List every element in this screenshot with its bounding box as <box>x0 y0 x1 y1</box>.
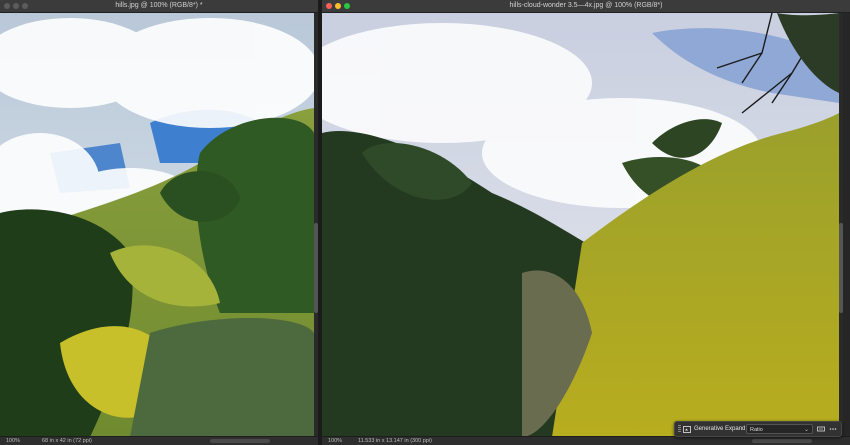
generative-expand-button[interactable]: Generative Expand <box>683 424 745 434</box>
scroll-thumb[interactable] <box>314 223 318 313</box>
contextual-task-bar[interactable]: Generative Expand Ratio ⌄ <box>674 421 842 437</box>
horizontal-scrollbar[interactable] <box>210 439 270 443</box>
horizontal-scrollbar[interactable] <box>752 439 812 443</box>
document-info[interactable]: 11.533 in x 13.147 in (300 ppi) <box>358 437 432 445</box>
chevron-down-icon: ⌄ <box>803 427 809 433</box>
document-window-hills[interactable]: hills.jpg @ 100% (RGB/8*) * 100% 68 in x… <box>0 0 318 445</box>
drag-handle[interactable] <box>678 425 681 433</box>
window-title-bar[interactable]: hills-cloud-wonder 3.5—4x.jpg @ 100% (RG… <box>322 0 850 13</box>
scroll-thumb[interactable] <box>839 223 843 313</box>
swap-orientation-icon[interactable] <box>817 425 825 433</box>
ratio-select[interactable]: Ratio ⌄ <box>746 424 813 434</box>
zoom-level[interactable]: 100% <box>328 437 342 445</box>
vertical-scrollbar[interactable] <box>314 13 318 437</box>
document-info[interactable]: 68 in x 42 in (72 ppi) <box>42 437 92 445</box>
window-title-bar[interactable]: hills.jpg @ 100% (RGB/8*) * <box>0 0 318 13</box>
status-bar: 100% 11.533 in x 13.147 in (300 ppi) <box>322 436 850 445</box>
window-title: hills.jpg @ 100% (RGB/8*) * <box>115 2 203 9</box>
window-title: hills-cloud-wonder 3.5—4x.jpg @ 100% (RG… <box>509 2 663 9</box>
image-canvas-hills-cloud-wonder[interactable] <box>322 13 839 437</box>
generative-expand-icon <box>683 425 691 433</box>
zoom-level[interactable]: 100% <box>6 437 20 445</box>
shrubs <box>130 318 314 437</box>
more-options-icon[interactable] <box>829 425 837 433</box>
image-canvas-hills[interactable] <box>0 13 314 437</box>
ratio-value: Ratio <box>750 427 763 433</box>
vertical-scrollbar[interactable] <box>839 13 843 437</box>
document-window-hills-cloud-wonder[interactable]: hills-cloud-wonder 3.5—4x.jpg @ 100% (RG… <box>322 0 850 445</box>
generative-expand-label: Generative Expand <box>694 426 746 432</box>
status-bar: 100% 68 in x 42 in (72 ppi) <box>0 436 318 445</box>
